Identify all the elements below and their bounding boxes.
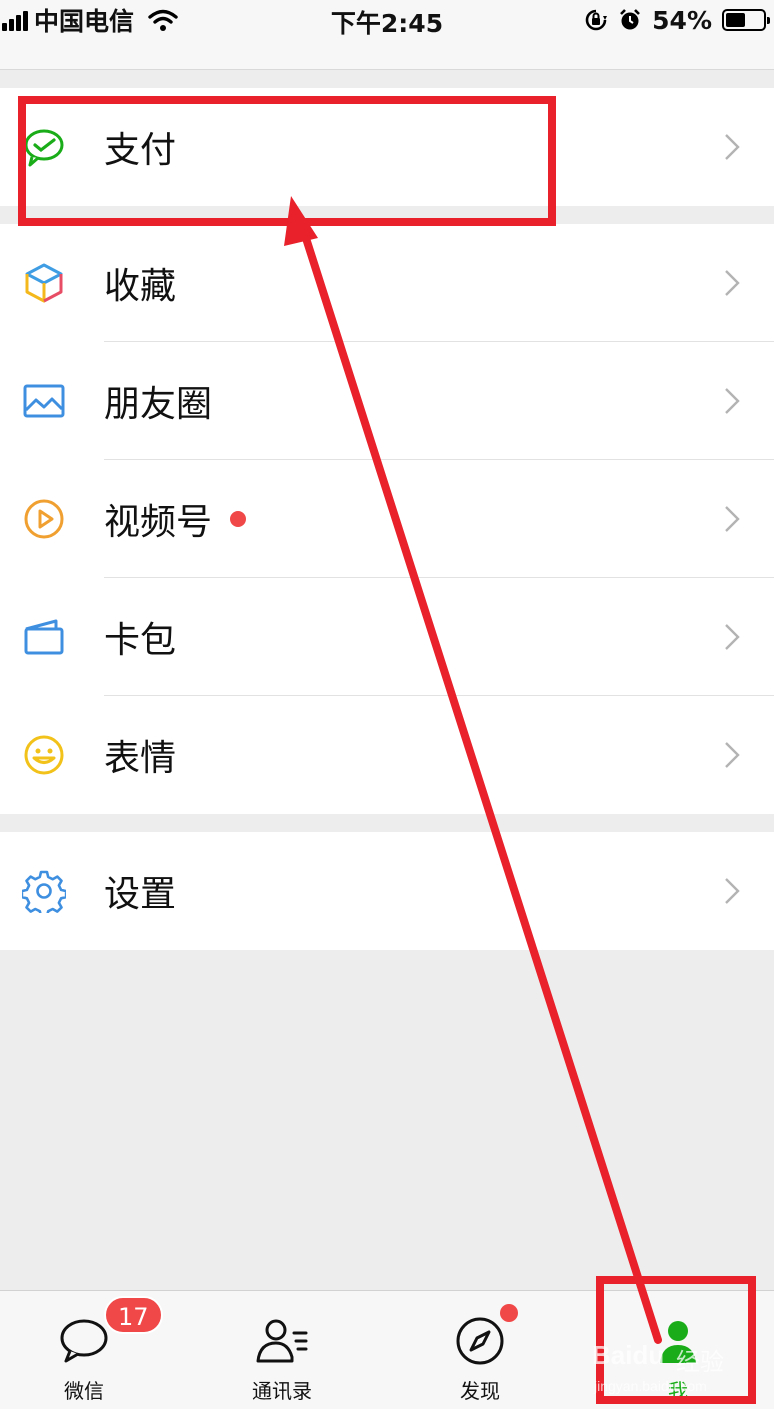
menu-item-stickers[interactable]: 表情	[0, 696, 774, 814]
watermark-site: jingyan.baidu.com	[594, 1378, 707, 1394]
sticker-smile-icon	[22, 733, 66, 777]
chevron-right-icon	[725, 270, 740, 296]
compass-icon	[456, 1317, 504, 1365]
settings-group: 设置	[0, 832, 774, 950]
menu-label-cards: 卡包	[104, 620, 177, 661]
chevron-right-icon	[725, 878, 740, 904]
tab-discover[interactable]: 发现	[400, 1291, 560, 1409]
chevron-right-icon	[725, 388, 740, 414]
tab-contacts[interactable]: 通讯录	[202, 1291, 362, 1409]
contacts-icon	[256, 1319, 308, 1363]
chevron-right-icon	[725, 624, 740, 650]
orientation-lock-icon	[585, 9, 608, 31]
menu-item-favorites[interactable]: 收藏	[0, 224, 774, 342]
menu-label-stickers: 表情	[104, 738, 177, 779]
channels-play-icon	[22, 497, 66, 541]
battery-percent: 54%	[652, 5, 712, 35]
channels-new-dot	[230, 511, 246, 527]
chat-bubble-icon	[60, 1319, 108, 1363]
chevron-right-icon	[725, 506, 740, 532]
status-right: 54%	[584, 4, 770, 36]
unread-badge: 17	[104, 1296, 163, 1334]
menu-item-cards[interactable]: 卡包	[0, 578, 774, 696]
menu-label-favorites: 收藏	[104, 266, 177, 307]
main-menu-group: 收藏 朋友圈 视频号 卡包 表情	[0, 224, 774, 814]
status-bar: 中国电信 下午2:45 54%	[0, 0, 774, 70]
tab-label-chats: 微信	[64, 1379, 104, 1403]
menu-label-settings: 设置	[104, 874, 177, 915]
watermark-brand: Baidu	[592, 1340, 665, 1370]
menu-item-settings[interactable]: 设置	[0, 832, 774, 950]
favorites-cube-icon	[22, 261, 66, 305]
menu-item-moments[interactable]: 朋友圈	[0, 342, 774, 460]
annotation-box-pay	[18, 96, 556, 226]
chevron-right-icon	[725, 742, 740, 768]
tab-label-discover: 发现	[460, 1379, 500, 1403]
card-wallet-icon	[22, 615, 66, 659]
menu-label-channels: 视频号	[104, 502, 213, 543]
discover-new-dot	[500, 1304, 518, 1322]
alarm-icon	[620, 9, 641, 30]
battery-icon	[722, 9, 770, 31]
chevron-right-icon	[725, 134, 740, 160]
moments-image-icon	[22, 379, 66, 423]
tab-label-contacts: 通讯录	[252, 1379, 312, 1403]
settings-gear-icon	[22, 869, 66, 913]
watermark-suffix: 经验	[676, 1349, 724, 1376]
menu-item-channels[interactable]: 视频号	[0, 460, 774, 578]
menu-label-moments: 朋友圈	[104, 384, 213, 425]
